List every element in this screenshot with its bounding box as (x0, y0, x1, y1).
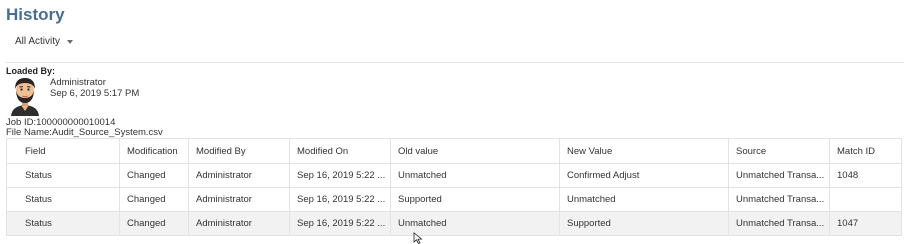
cell-match-id (829, 187, 902, 212)
table-row[interactable]: Status Changed Administrator Sep 16, 201… (6, 211, 902, 236)
cell-modified-by: Administrator (188, 211, 290, 236)
column-header-old-value[interactable]: Old value (390, 138, 560, 164)
cell-old-value: Unmatched (390, 163, 560, 188)
cell-modified-on: Sep 16, 2019 5:22 ... (289, 187, 391, 212)
user-avatar-icon (11, 78, 39, 116)
table-row[interactable]: Status Changed Administrator Sep 16, 201… (6, 187, 902, 212)
column-header-source[interactable]: Source (728, 138, 830, 164)
cell-modified-on: Sep 16, 2019 5:22 ... (289, 211, 391, 236)
page-title: History (6, 5, 65, 24)
loaded-by-date: Sep 6, 2019 5:17 PM (50, 88, 140, 99)
cell-source: Unmatched Transa... (728, 187, 830, 212)
cell-modification: Changed (119, 187, 189, 212)
cell-match-id: 1048 (829, 163, 902, 188)
cell-match-id: 1047 (829, 211, 902, 236)
column-header-modified-on[interactable]: Modified On (289, 138, 391, 164)
text-cursor-icon (413, 232, 423, 244)
cell-modification: Changed (119, 211, 189, 236)
column-header-new-value[interactable]: New Value (559, 138, 729, 164)
column-header-field[interactable]: Field (6, 138, 120, 164)
cell-modification: Changed (119, 163, 189, 188)
cell-source: Unmatched Transa... (728, 163, 830, 188)
column-header-modification[interactable]: Modification (119, 138, 189, 164)
chevron-down-icon (67, 40, 74, 44)
cell-new-value: Supported (559, 211, 729, 236)
loaded-by-label: Loaded By: (6, 66, 56, 76)
cell-old-value: Supported (390, 187, 560, 212)
cell-field: Status (6, 211, 120, 236)
history-table: Field Modification Modified By Modified … (6, 138, 902, 236)
cell-modified-on: Sep 16, 2019 5:22 ... (289, 163, 391, 188)
loaded-by-name: Administrator (50, 77, 106, 88)
cell-new-value: Unmatched (559, 187, 729, 212)
cell-field: Status (6, 163, 120, 188)
cell-modified-by: Administrator (188, 163, 290, 188)
file-name: File Name:Audit_Source_System.csv (6, 127, 163, 138)
cell-new-value: Confirmed Adjust (559, 163, 729, 188)
divider (6, 62, 904, 63)
activity-filter-dropdown[interactable]: All Activity (15, 36, 74, 47)
activity-filter-label: All Activity (15, 36, 61, 47)
column-header-modified-by[interactable]: Modified By (188, 138, 290, 164)
cell-modified-by: Administrator (188, 187, 290, 212)
table-row[interactable]: Status Changed Administrator Sep 16, 201… (6, 163, 902, 188)
cell-field: Status (6, 187, 120, 212)
cell-source: Unmatched Transa... (728, 211, 830, 236)
table-header-row: Field Modification Modified By Modified … (6, 138, 902, 164)
column-header-match-id[interactable]: Match ID (829, 138, 902, 164)
